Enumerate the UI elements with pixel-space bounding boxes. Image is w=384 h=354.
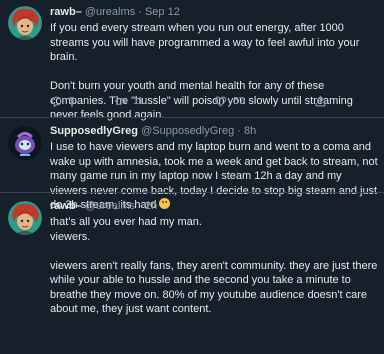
reply-icon: [51, 96, 62, 108]
avatar[interactable]: [8, 201, 42, 235]
display-name[interactable]: rawb–: [50, 200, 82, 212]
separator: ·: [237, 125, 241, 137]
handle[interactable]: @SupposedlyGreg: [141, 125, 234, 137]
like-icon: [214, 96, 227, 107]
reply-count: 5: [69, 96, 75, 107]
tweet-paragraph: viewers aren't really fans, they aren't …: [50, 259, 378, 316]
display-name[interactable]: rawb–: [50, 6, 82, 18]
retweet-count: 11: [133, 96, 144, 107]
share-icon: [315, 95, 326, 107]
display-name[interactable]: SupposedlyGreg: [50, 125, 138, 137]
timestamp[interactable]: Sep 12: [145, 6, 180, 18]
tweet[interactable]: rawb– @urealms · Sep 12 If you end every…: [0, 0, 384, 121]
tweet-paragraph: that's all you ever had my man.: [50, 216, 202, 228]
tweet-actions: 5 11 57: [50, 95, 333, 108]
like-count: 57: [233, 96, 245, 107]
tweet-header: rawb– @urealms · 2h: [50, 199, 378, 213]
separator: ·: [138, 200, 142, 212]
tweet-paragraph: viewers.: [50, 230, 91, 243]
avatar[interactable]: [8, 126, 42, 160]
tweet-header: rawb– @urealms · Sep 12: [50, 5, 378, 19]
tweet-paragraph: If you end every stream when you run out…: [50, 22, 360, 63]
retweet-button[interactable]: 11: [114, 95, 214, 108]
timestamp[interactable]: 8h: [244, 125, 256, 137]
tweet-header: SupposedlyGreg @SupposedlyGreg · 8h: [50, 124, 378, 138]
tweet-text: that's all you ever had my man. viewers.…: [50, 215, 378, 317]
handle[interactable]: @urealms: [85, 200, 135, 212]
share-button[interactable]: [314, 95, 333, 108]
timestamp[interactable]: 2h: [145, 200, 157, 212]
handle[interactable]: @urealms: [85, 6, 135, 18]
avatar[interactable]: [8, 6, 42, 40]
separator: ·: [138, 6, 142, 18]
reply-button[interactable]: 5: [50, 95, 114, 108]
retweet-icon: [114, 98, 127, 105]
tweet[interactable]: rawb– @urealms · 2h that's all you ever …: [0, 193, 384, 354]
like-button[interactable]: 57: [214, 95, 314, 108]
